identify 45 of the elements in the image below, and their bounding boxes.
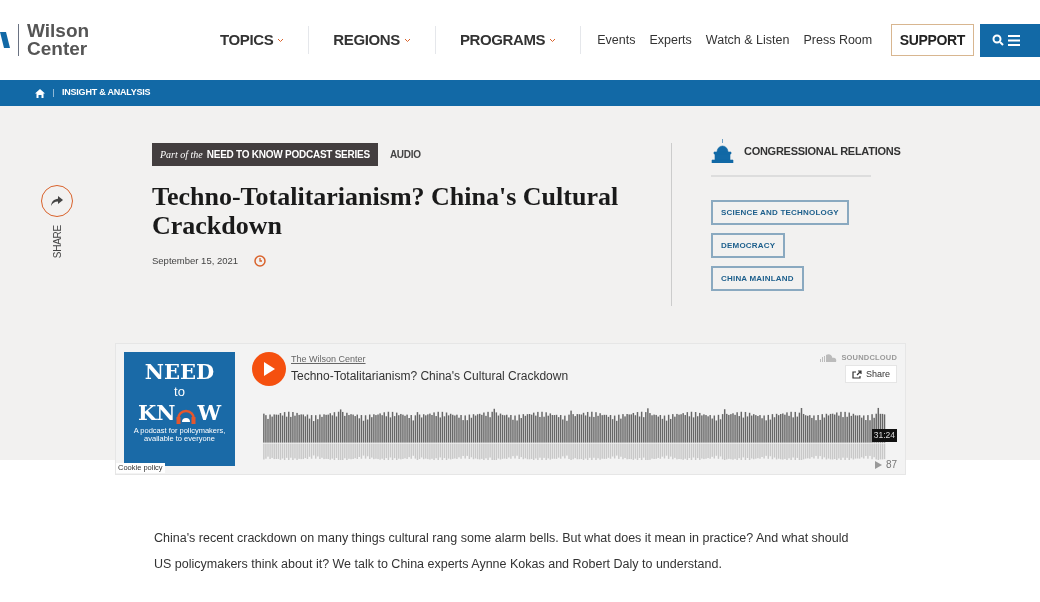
- clock-icon: [254, 255, 267, 268]
- series-badge[interactable]: Part of the NEED TO KNOW PODCAST SERIES: [152, 143, 378, 166]
- topic-tag[interactable]: SCIENCE AND TECHNOLOGY: [711, 200, 849, 225]
- play-button[interactable]: [252, 352, 286, 386]
- nav-link[interactable]: Experts: [649, 30, 692, 50]
- nav-link[interactable]: Watch & Listen: [705, 30, 790, 50]
- article-summary: China's recent crackdown on many things cultural rang some alarm bells. But what does it mean in practice? And what should US policymakers think about it? We talk to China experts Aynne Kokas and Robert Daly to understand.: [154, 530, 850, 573]
- publish-date: September 15, 2021: [152, 254, 239, 268]
- caret-icon: [549, 37, 557, 43]
- topic-tag[interactable]: DEMOCRACY: [711, 233, 786, 258]
- home-icon[interactable]: [35, 88, 45, 98]
- track-title: Techno-Totalitarianism? China's Cultural Crackdown: [291, 367, 569, 385]
- cover-title: NEED: [144, 360, 215, 384]
- nav-link[interactable]: Events: [597, 30, 636, 50]
- program-link[interactable]: CONGRESSIONAL RELATIONS: [744, 142, 901, 160]
- share-button[interactable]: Share: [844, 365, 897, 384]
- cloud-icon: [820, 353, 838, 362]
- uploader-link[interactable]: The Wilson Center: [291, 353, 569, 367]
- share-icon: [51, 196, 63, 206]
- nav-menu[interactable]: PROGRAMS: [439, 28, 577, 52]
- play-count: 87: [885, 458, 897, 472]
- logo-text[interactable]: Wilson Center: [27, 22, 90, 58]
- topic-tag[interactable]: CHINA MAINLAND: [711, 266, 804, 291]
- cover-title: KN: [137, 400, 176, 426]
- logo-mark-icon: [0, 30, 10, 50]
- breadcrumb-link[interactable]: INSIGHT & ANALYSIS: [62, 86, 151, 100]
- share-label: SHARE: [50, 225, 64, 259]
- play-icon: [263, 362, 275, 376]
- search-menu-button[interactable]: [980, 23, 1040, 57]
- nav-link[interactable]: Press Room: [803, 30, 873, 50]
- menu-icon: [1008, 34, 1020, 46]
- cover-title: W: [197, 400, 221, 426]
- content-type-label: AUDIO: [389, 148, 421, 162]
- article-title: Techno-Totalitarianism? China's Cultural Crackdown: [152, 182, 620, 240]
- nav-menu[interactable]: REGIONS: [313, 28, 431, 52]
- support-button[interactable]: SUPPORT: [890, 24, 974, 56]
- capitol-icon: [711, 139, 734, 163]
- cover-subtitle: to: [174, 384, 185, 400]
- search-icon: [992, 34, 1004, 46]
- play-count-icon: [874, 460, 882, 469]
- share-icon: [851, 369, 862, 379]
- nav-menu[interactable]: TOPICS: [200, 28, 305, 52]
- caret-icon: [277, 37, 285, 43]
- duration-label: 31:24: [871, 429, 897, 442]
- caret-icon: [403, 37, 411, 43]
